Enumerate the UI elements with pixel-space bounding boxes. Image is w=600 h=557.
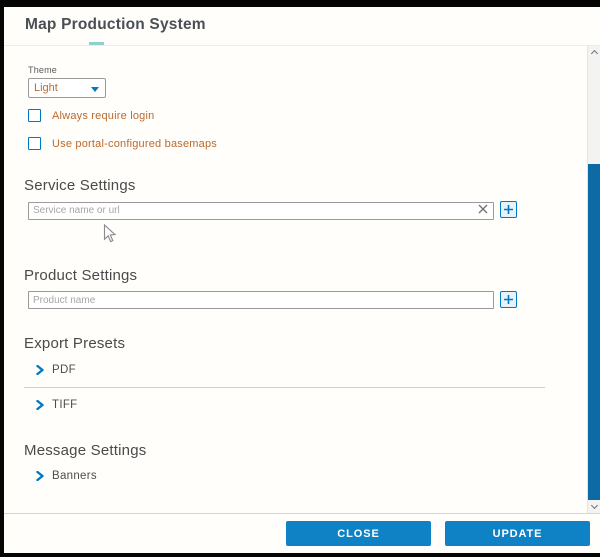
scrollbar-track[interactable]: [588, 59, 600, 500]
export-presets-heading: Export Presets: [24, 335, 560, 352]
export-preset-label: PDF: [52, 364, 76, 376]
banners-expander[interactable]: Banners: [35, 468, 560, 484]
theme-select[interactable]: Light: [28, 78, 106, 98]
service-input-wrap: [28, 200, 494, 220]
divider: [24, 387, 545, 388]
always-require-login-checkbox[interactable]: [28, 109, 41, 122]
chevron-right-icon: [35, 471, 45, 481]
service-settings-heading: Service Settings: [24, 177, 560, 194]
product-input-row: [28, 290, 560, 310]
vertical-scrollbar: [587, 46, 600, 513]
theme-label: Theme: [28, 65, 560, 75]
scrollbar-thumb[interactable]: [588, 164, 600, 500]
plus-icon: [503, 294, 514, 305]
message-settings-heading: Message Settings: [24, 442, 560, 459]
update-button[interactable]: UPDATE: [445, 521, 590, 546]
checkbox-label[interactable]: Use portal-configured basemaps: [52, 138, 217, 150]
checkbox-row-always-require-login: Always require login: [28, 109, 560, 122]
add-service-button[interactable]: [500, 201, 517, 218]
settings-dialog: Map Production System Theme Light Always…: [4, 7, 600, 553]
add-product-button[interactable]: [500, 291, 517, 308]
scroll-up-icon[interactable]: [588, 46, 600, 59]
screenshot-root: Map Production System Theme Light Always…: [0, 0, 600, 557]
dialog-footer: CLOSE UPDATE: [4, 513, 600, 553]
product-name-input[interactable]: [28, 291, 494, 309]
service-name-input[interactable]: [28, 202, 494, 220]
scroll-down-icon[interactable]: [588, 500, 600, 513]
dialog-body: Theme Light Always require login Use por…: [4, 45, 600, 513]
chevron-right-icon: [35, 365, 45, 375]
plus-icon: [503, 204, 514, 215]
product-input-wrap: [28, 290, 494, 310]
message-setting-label: Banners: [52, 470, 97, 482]
service-input-row: [28, 200, 560, 220]
export-preset-pdf-expander[interactable]: PDF: [35, 362, 560, 378]
clear-x-icon[interactable]: [478, 204, 488, 214]
export-preset-tiff-expander[interactable]: TIFF: [35, 397, 560, 413]
chevron-down-icon: [91, 87, 99, 92]
window-frame-bottom: [0, 553, 600, 557]
window-frame-top: [0, 0, 600, 7]
dialog-header: Map Production System: [4, 7, 600, 45]
theme-selected-value: Light: [29, 82, 58, 94]
checkbox-label[interactable]: Always require login: [52, 110, 154, 122]
checkbox-row-portal-basemaps: Use portal-configured basemaps: [28, 137, 560, 150]
chevron-right-icon: [35, 400, 45, 410]
settings-content: Theme Light Always require login Use por…: [4, 46, 600, 484]
portal-basemaps-checkbox[interactable]: [28, 137, 41, 150]
page-title: Map Production System: [25, 16, 206, 34]
export-preset-label: TIFF: [52, 399, 77, 411]
product-settings-heading: Product Settings: [24, 267, 560, 284]
close-button[interactable]: CLOSE: [286, 521, 431, 546]
